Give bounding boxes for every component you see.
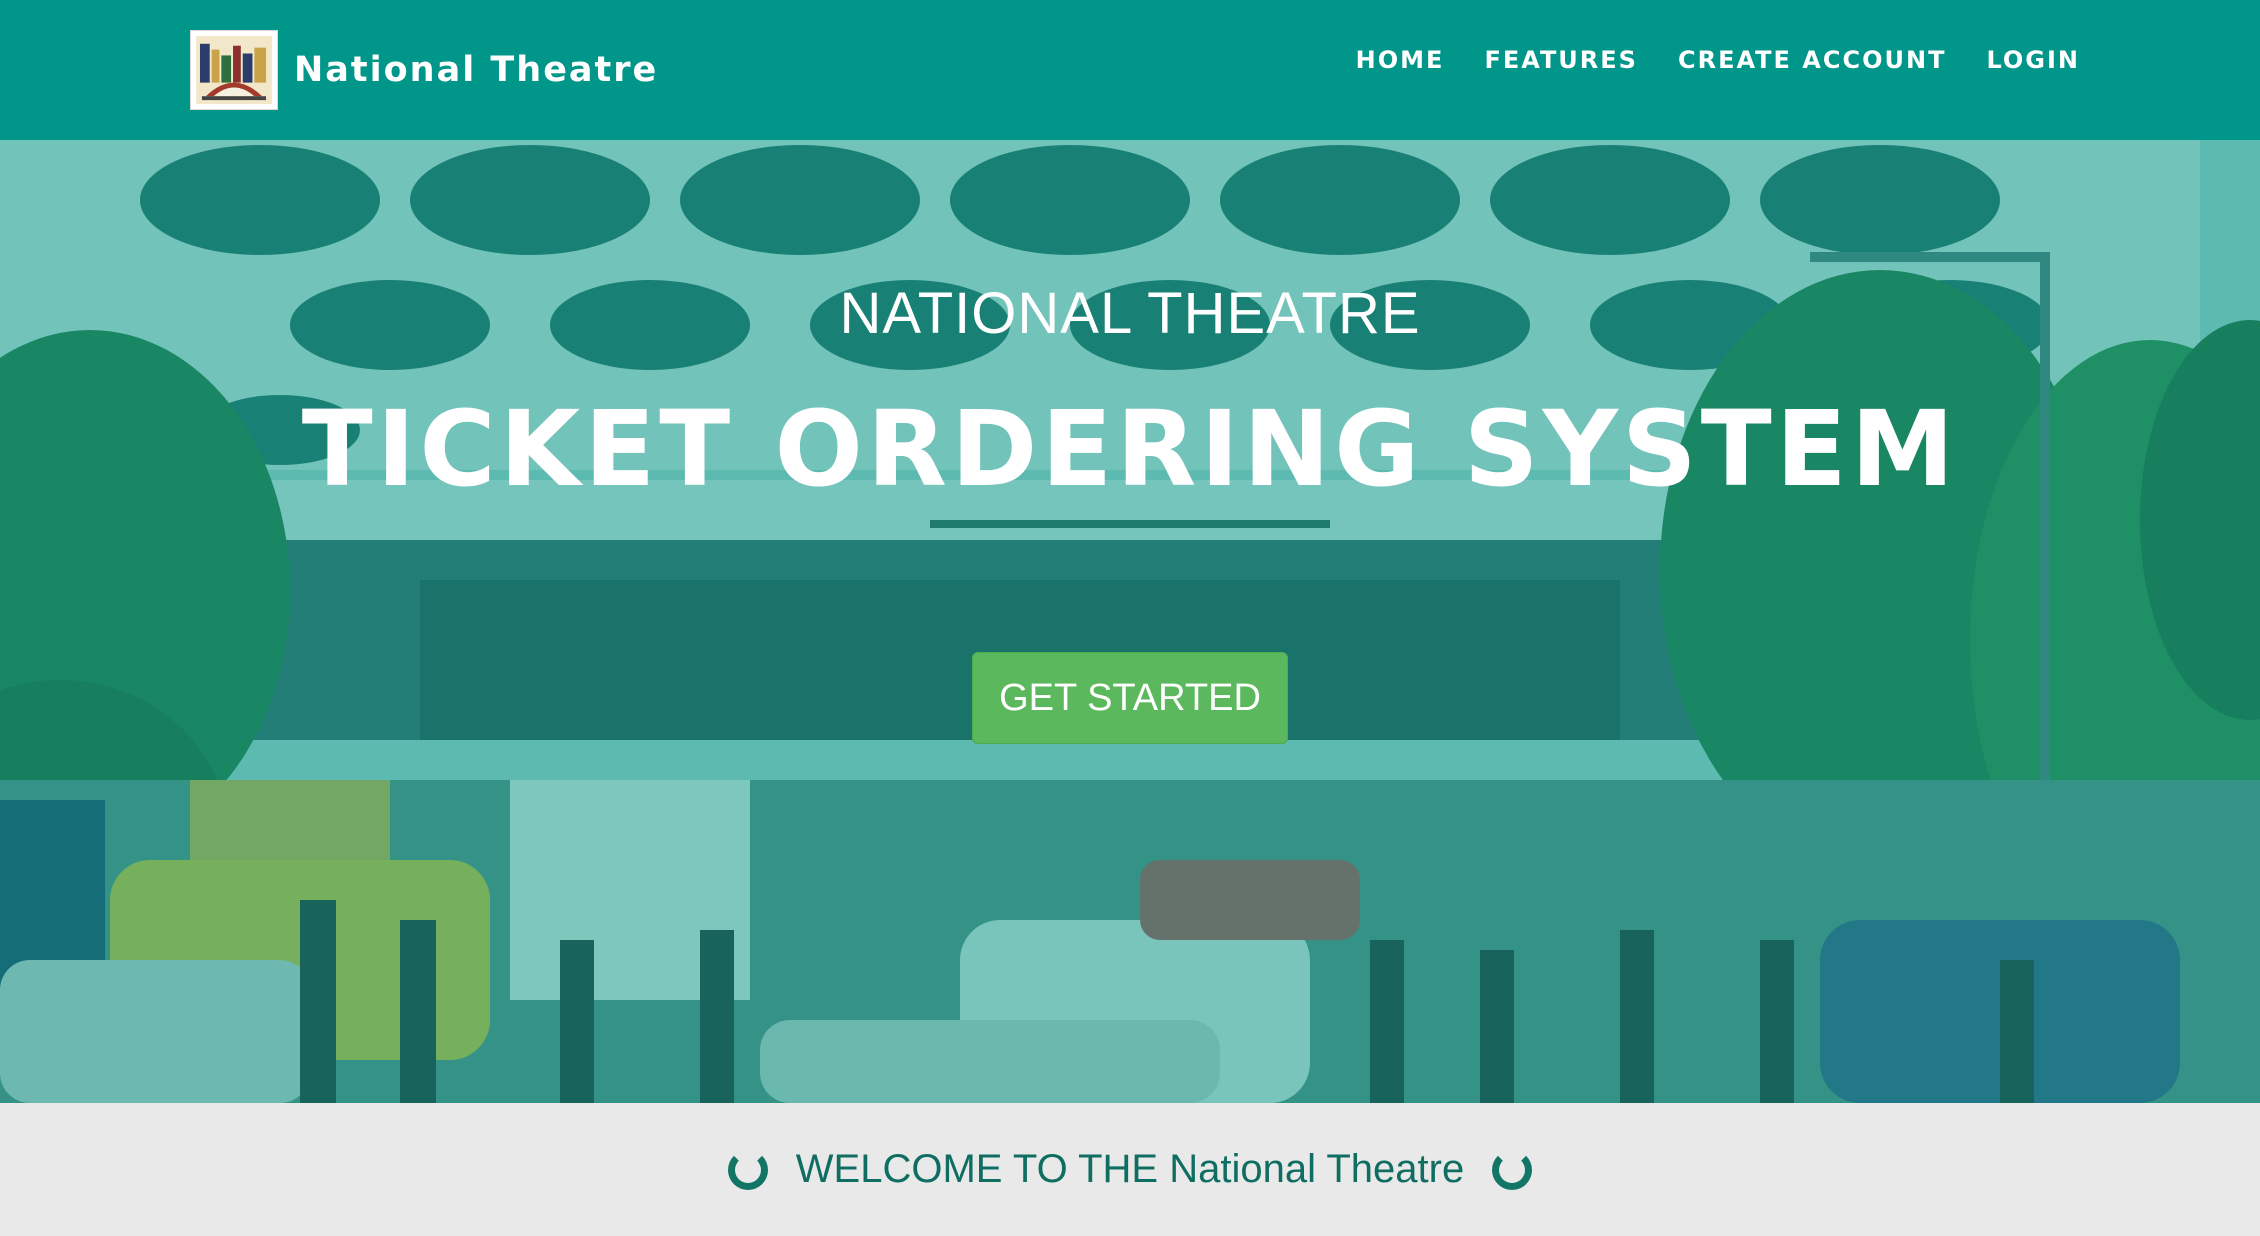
nav-create-account-link[interactable]: CREATE ACCOUNT <box>1678 46 1946 74</box>
nav-login-link[interactable]: LOGIN <box>1986 46 2080 74</box>
hero-subtitle: NATIONAL THEATRE <box>839 281 1421 346</box>
theatre-logo-icon <box>190 30 278 110</box>
nav-home-link[interactable]: HOME <box>1356 46 1445 74</box>
welcome-strip: WELCOME TO THE National Theatre <box>0 1103 2260 1236</box>
brand-name: National Theatre <box>294 50 659 90</box>
main-nav: HOME FEATURES CREATE ACCOUNT LOGIN <box>1356 46 2080 74</box>
hero-title: TICKET ORDERING SYSTEM <box>301 388 1959 510</box>
spinner-icon <box>1492 1149 1533 1190</box>
hero-divider <box>930 520 1330 528</box>
get-started-button[interactable]: GET STARTED <box>972 652 1288 744</box>
navbar: National Theatre HOME FEATURES CREATE AC… <box>0 0 2260 140</box>
brand-home-link[interactable]: National Theatre <box>190 30 658 110</box>
nav-features-link[interactable]: FEATURES <box>1484 46 1638 74</box>
spinner-icon <box>727 1149 768 1190</box>
hero-content: NATIONAL THEATRE TICKET ORDERING SYSTEM … <box>0 140 2260 1103</box>
welcome-text: WELCOME TO THE National Theatre <box>795 1147 1465 1191</box>
hero-section: NATIONAL THEATRE TICKET ORDERING SYSTEM … <box>0 140 2260 1103</box>
